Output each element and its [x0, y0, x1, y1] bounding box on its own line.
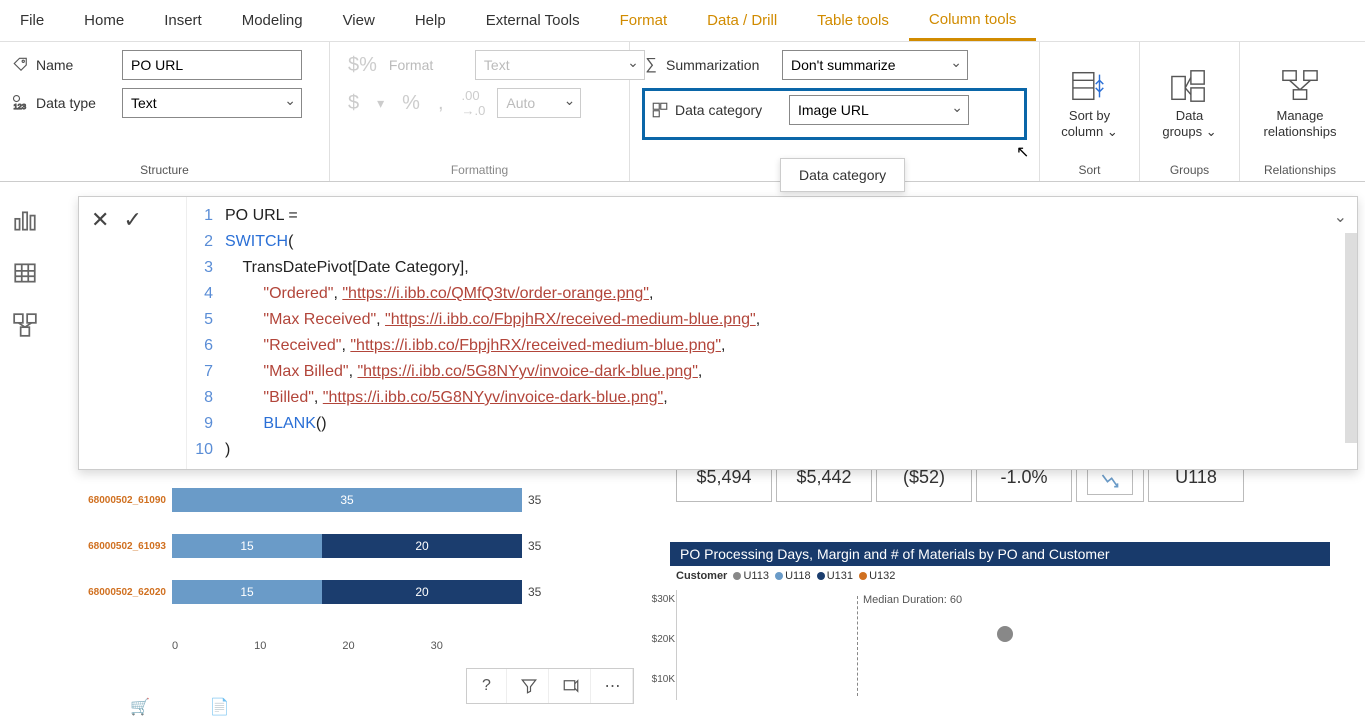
summarization-label: Summarization: [666, 57, 776, 73]
tab-file[interactable]: File: [0, 2, 64, 39]
data-groups-button[interactable]: Datagroups ⌄: [1152, 62, 1226, 145]
row-label: 68000502_61090: [80, 495, 172, 506]
sort-label: Sort bycolumn ⌄: [1061, 108, 1117, 139]
sort-by-column-button[interactable]: Sort bycolumn ⌄: [1051, 62, 1127, 145]
ribbon-group-relationships: Managerelationships Relationships: [1240, 42, 1360, 181]
tab-format[interactable]: Format: [600, 2, 688, 39]
format-select[interactable]: Text: [475, 50, 645, 80]
bar-total: 35: [528, 493, 541, 507]
chart2-legend: Customer U113 U118 U131 U132: [676, 570, 895, 582]
scatter-point: [997, 626, 1013, 642]
formatting-group-label: Formatting: [342, 157, 617, 177]
currency-icon[interactable]: $: [342, 92, 365, 115]
table-row: 68000502_62020 1520 35: [80, 578, 660, 606]
x-axis: 0102030: [172, 640, 443, 652]
formula-editor[interactable]: PO URL = SWITCH( TransDatePivot[Date Cat…: [217, 197, 1357, 469]
ribbon-group-formatting: $% Format Text $ ▾ % , .00→.0 Formatting: [330, 42, 630, 181]
bar-segment: 15: [172, 580, 322, 604]
ribbon-group-sort: Sort bycolumn ⌄ Sort: [1040, 42, 1140, 181]
ribbon: Name 123 Data type Text Structure $% For…: [0, 42, 1365, 182]
datatype-label: Data type: [36, 95, 116, 111]
data-category-tooltip: Data category: [780, 158, 905, 192]
tab-home[interactable]: Home: [64, 2, 144, 39]
focus-icon[interactable]: [551, 669, 591, 703]
more-icon[interactable]: ⋯: [593, 669, 633, 703]
structure-group-label: Structure: [12, 157, 317, 177]
tab-insert[interactable]: Insert: [144, 2, 222, 39]
row-label: 68000502_62020: [80, 587, 172, 598]
manage-relationships-button[interactable]: Managerelationships: [1254, 62, 1347, 145]
tab-help[interactable]: Help: [395, 2, 466, 39]
tab-column-tools[interactable]: Column tools: [909, 1, 1037, 41]
data-category-highlight: Data category Image URL: [642, 88, 1027, 140]
y-tick: $20K: [652, 634, 675, 645]
y-tick: $30K: [652, 594, 675, 605]
row-label: 68000502_61093: [80, 541, 172, 552]
datatype-select[interactable]: Text: [122, 88, 302, 118]
groups-group-label: Groups: [1152, 157, 1227, 177]
bar-segment: 15: [172, 534, 322, 558]
data-view-icon[interactable]: [12, 260, 38, 286]
category-icon: [651, 101, 669, 119]
bar-total: 35: [528, 539, 541, 553]
sort-group-label: Sort: [1052, 157, 1127, 177]
sort-icon: [1071, 68, 1109, 104]
percent-icon[interactable]: %: [396, 92, 426, 115]
category-label: Data category: [675, 102, 783, 118]
tab-table-tools[interactable]: Table tools: [797, 2, 909, 39]
decimals-input[interactable]: [497, 88, 581, 118]
groups-label: Datagroups ⌄: [1162, 108, 1216, 139]
relationships-icon: [1281, 68, 1319, 104]
bar-segment: 20: [322, 580, 522, 604]
format-label: Format: [389, 57, 469, 73]
ribbon-group-groups: Datagroups ⌄ Groups: [1140, 42, 1240, 181]
ribbon-group-structure: Name 123 Data type Text Structure: [0, 42, 330, 181]
menu-tabs: File Home Insert Modeling View Help Exte…: [0, 0, 1365, 42]
thousands-icon[interactable]: ,: [432, 92, 450, 115]
cursor-icon: ↖: [1016, 142, 1029, 162]
decimal-icon[interactable]: .00→.0: [456, 88, 492, 118]
doc-icon: 📄: [210, 697, 230, 717]
tab-external[interactable]: External Tools: [466, 2, 600, 39]
bar-total: 35: [528, 585, 541, 599]
commit-formula-button[interactable]: ✓: [123, 207, 141, 233]
report-view-icon[interactable]: [12, 208, 38, 234]
tag-icon: [12, 56, 30, 74]
help-icon[interactable]: ?: [467, 669, 507, 703]
median-label: Median Duration: 60: [863, 594, 962, 606]
formula-bar[interactable]: ✕ ✓ 12345678910 PO URL = SWITCH( TransDa…: [78, 196, 1358, 470]
name-label: Name: [36, 57, 116, 73]
footer-icons: 🛒 📄: [130, 697, 230, 717]
cart-icon: 🛒: [130, 697, 150, 717]
tab-modeling[interactable]: Modeling: [222, 2, 323, 39]
line-gutter: 12345678910: [187, 197, 217, 469]
model-view-icon[interactable]: [12, 312, 38, 338]
table-row: 68000502_61090 35 35: [80, 486, 660, 514]
scatter-chart[interactable]: $30K $20K $10K Median Duration: 60: [676, 590, 1326, 700]
name-input[interactable]: [122, 50, 302, 80]
relationships-group-label: Relationships: [1252, 157, 1348, 177]
bar-segment: 20: [322, 534, 522, 558]
median-line: [857, 596, 858, 696]
format-icon: $%: [342, 54, 383, 77]
svg-text:123: 123: [14, 102, 27, 111]
tab-data-drill[interactable]: Data / Drill: [687, 2, 797, 39]
scrollbar[interactable]: [1345, 233, 1357, 443]
tab-view[interactable]: View: [323, 2, 395, 39]
cancel-formula-button[interactable]: ✕: [91, 207, 109, 233]
datatype-icon: 123: [12, 94, 30, 112]
bar-segment: 35: [172, 488, 522, 512]
chart2-title: PO Processing Days, Margin and # of Mate…: [670, 542, 1330, 566]
summarization-select[interactable]: Don't summarize: [782, 50, 968, 80]
view-rail: [0, 196, 50, 338]
table-row: 68000502_61093 1520 35: [80, 532, 660, 560]
y-tick: $10K: [652, 674, 675, 685]
relationships-label: Managerelationships: [1264, 108, 1337, 139]
filter-icon[interactable]: [509, 669, 549, 703]
groups-icon: [1170, 68, 1208, 104]
visual-toolbar: ? ⋯: [466, 668, 634, 704]
category-select[interactable]: Image URL: [789, 95, 969, 125]
chevron-down-icon[interactable]: ⌄: [1334, 207, 1347, 227]
